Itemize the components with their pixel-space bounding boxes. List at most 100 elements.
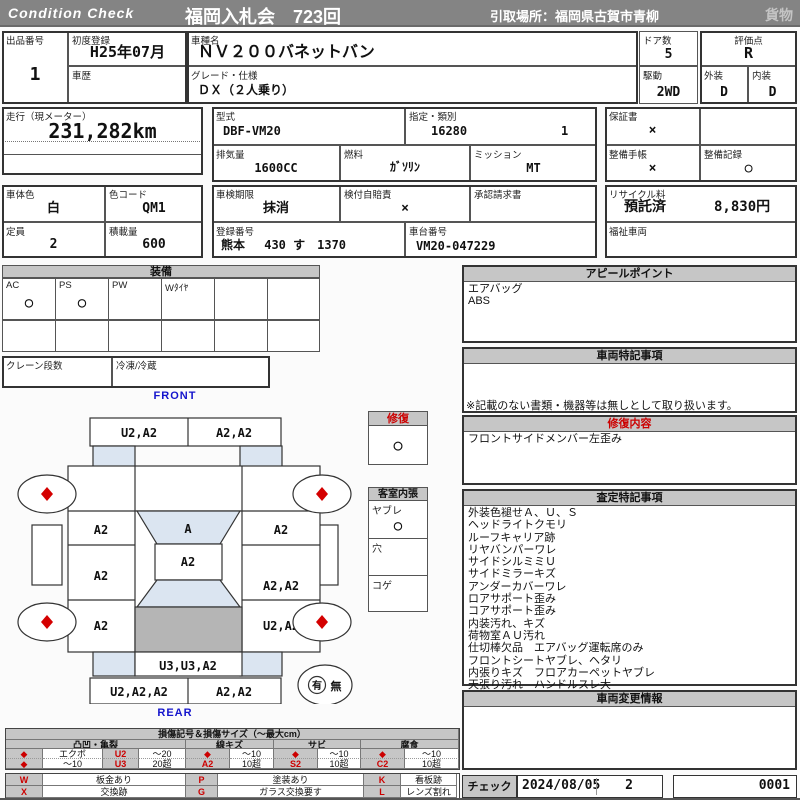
- field-label: クレーン段数: [6, 361, 63, 372]
- model-code-value: DBF-VM20: [223, 124, 281, 138]
- field-label: 外装: [704, 71, 724, 82]
- vehicle-notes-title: 車両特記事項: [464, 349, 795, 364]
- field-label: グレード・仕様: [191, 71, 258, 82]
- field-label: 色コード: [109, 190, 148, 201]
- repair-mark-box: 修復 ○: [368, 411, 428, 465]
- rear-bumper-right-code: A2,A2: [216, 685, 252, 699]
- field-label: 型式: [216, 112, 236, 123]
- equipment-cell-ps: PS ○: [55, 278, 109, 320]
- field-model-name: 車種名 ＮＶ２００バネットバン: [187, 31, 638, 66]
- headlight-left: [92, 445, 136, 469]
- legend-code-a2: A2: [186, 759, 230, 769]
- field-maintenance-record: 整備記録 ○: [700, 145, 797, 182]
- field-first-registration: 初度登録 H25年07月: [68, 31, 187, 66]
- body-color-value: 白: [46, 200, 60, 215]
- vehicle-notes-panel: 車両特記事項 ※記載のない書類・機器等は無しとして取り扱います。: [462, 347, 797, 413]
- legend-code-c2: C2: [361, 759, 405, 769]
- title-bar: Condition Check 福岡入札会 723回 引取場所：福岡県古賀市青柳…: [0, 0, 800, 27]
- check-count: 2: [625, 778, 633, 793]
- field-label: 車歴: [72, 71, 92, 82]
- cargo-roof: [134, 606, 243, 653]
- insurance-value: ×: [401, 201, 409, 216]
- legend-cell: ガラス交換要す: [218, 786, 364, 798]
- equipment-cell-pw: PW: [108, 278, 162, 320]
- field-crane: クレーン段数: [2, 356, 112, 388]
- chassis-number-value: VM20-047229: [416, 239, 496, 253]
- first-registration-value: H25年07月: [89, 43, 166, 61]
- drive-value: 2WD: [656, 85, 681, 100]
- diagram-rear-label: REAR: [157, 707, 193, 719]
- legend-code-u2: U2: [103, 749, 139, 759]
- category-badge: 貨物: [765, 7, 793, 23]
- legend-code-k: K: [364, 774, 401, 786]
- appeal-panel-title: アピールポイント: [464, 267, 795, 282]
- color-code-value: QM1: [142, 201, 166, 216]
- legend-cell: 交換跡: [43, 786, 186, 798]
- repair-detail-panel: 修復内容 フロントサイドメンバー左歪み: [462, 415, 797, 485]
- damage-diamond-icon: ◆: [361, 749, 405, 759]
- field-fuel: 燃料 ｶﾞｿﾘﾝ: [340, 145, 470, 182]
- auction-sheet: Condition Check 福岡入札会 723回 引取場所：福岡県古賀市青柳…: [0, 0, 800, 800]
- equipment-mark: ○: [77, 295, 87, 311]
- left-door-code: A2: [94, 569, 108, 583]
- side-sill-left: [31, 524, 63, 586]
- equipment-cell-empty: [214, 320, 268, 352]
- legend-cell: 板金あり: [43, 774, 186, 786]
- field-label: 冷凍/冷蔵: [116, 361, 157, 372]
- cabin-row-label: コゲ: [372, 581, 392, 592]
- legend-code-p: P: [186, 774, 218, 786]
- score-value: R: [743, 44, 754, 62]
- field-insurance: 検付自賠責 ×: [340, 185, 470, 222]
- field-label: 整備手帳: [609, 150, 648, 161]
- field-warranty: 保証書 ×: [605, 107, 700, 145]
- front-bumper-left-code: U2,A2: [121, 426, 157, 440]
- field-interior: 内装 D: [748, 66, 797, 104]
- field-score: 評価点 R: [700, 31, 797, 66]
- field-label: 定員: [6, 227, 26, 238]
- cabin-row-burn: コゲ: [369, 576, 427, 611]
- equipment-cell-empty: [214, 278, 268, 320]
- taillight-left: [92, 651, 136, 677]
- right-door-code: A2,A2: [263, 579, 299, 593]
- legend-cell: 10超: [318, 759, 361, 769]
- equipment-cell-wtire: Wﾀｲﾔ: [161, 278, 215, 320]
- legend-code-s2: S2: [274, 759, 318, 769]
- rear-panel-code: U3,U3,A2: [159, 659, 217, 673]
- fuel-value: ｶﾞｿﾘﾝ: [389, 160, 420, 174]
- cabin-row-label: 穴: [372, 544, 382, 555]
- field-mission: ミッション MT: [470, 145, 597, 182]
- field-capacity: 定員 2: [2, 222, 105, 258]
- appeal-panel-body: エアバッグ ABS: [468, 283, 523, 308]
- front-bumper: [89, 417, 282, 447]
- equipment-cell-ac: AC ○: [2, 278, 56, 320]
- legend-cell: レンズ割れ: [401, 786, 457, 798]
- left-quarter-code: A2: [94, 619, 108, 633]
- displacement-value: 1600CC: [254, 161, 298, 175]
- capacity-value: 2: [49, 237, 58, 252]
- damage-legend-table: 損傷記号＆損傷サイズ（～最大cm） 凸凹・亀裂 線キズ サビ 腐食 ◆ エクボ …: [5, 728, 460, 770]
- field-class: 指定・類別 16280 1: [405, 107, 597, 145]
- check-date-box: 2024/08/05 2: [517, 775, 663, 798]
- exterior-value: D: [720, 85, 728, 100]
- field-label: 福祉車両: [609, 227, 648, 238]
- vehicle-notes-body: ※記載のない書類・機器等は無しとして取り扱います。: [464, 364, 795, 412]
- field-history: 車歴: [68, 66, 187, 104]
- field-grade: グレード・仕様 ＤＸ（２人乗り）: [187, 66, 638, 104]
- grade-value: ＤＸ（２人乗り）: [198, 83, 295, 97]
- field-label: ミッション: [474, 150, 522, 161]
- field-welfare: 福祉車両: [605, 222, 797, 258]
- field-color-code: 色コード QM1: [105, 185, 203, 222]
- change-info-body: [464, 707, 795, 709]
- pickup-location: 引取場所：福岡県古賀市青柳: [490, 9, 660, 24]
- field-label: 駆動: [643, 71, 663, 82]
- equipment-cell-empty: [161, 320, 215, 352]
- repair-marks-table: W 板金あり P 塗装あり K 看板跡 X 交換跡 G ガラス交換要す L レン…: [5, 773, 460, 799]
- equipment-label: Wﾀｲﾔ: [165, 283, 189, 294]
- legend-title: 損傷記号＆損傷サイズ（～最大cm）: [6, 729, 459, 740]
- legend-cell: ～10: [43, 759, 103, 769]
- equipment-label: PS: [59, 280, 72, 291]
- legend-code-l: L: [364, 786, 401, 798]
- check-date: 2024/08/05: [522, 778, 601, 793]
- legend-code-w: W: [6, 774, 43, 786]
- change-info-panel: 車両変更情報: [462, 690, 797, 770]
